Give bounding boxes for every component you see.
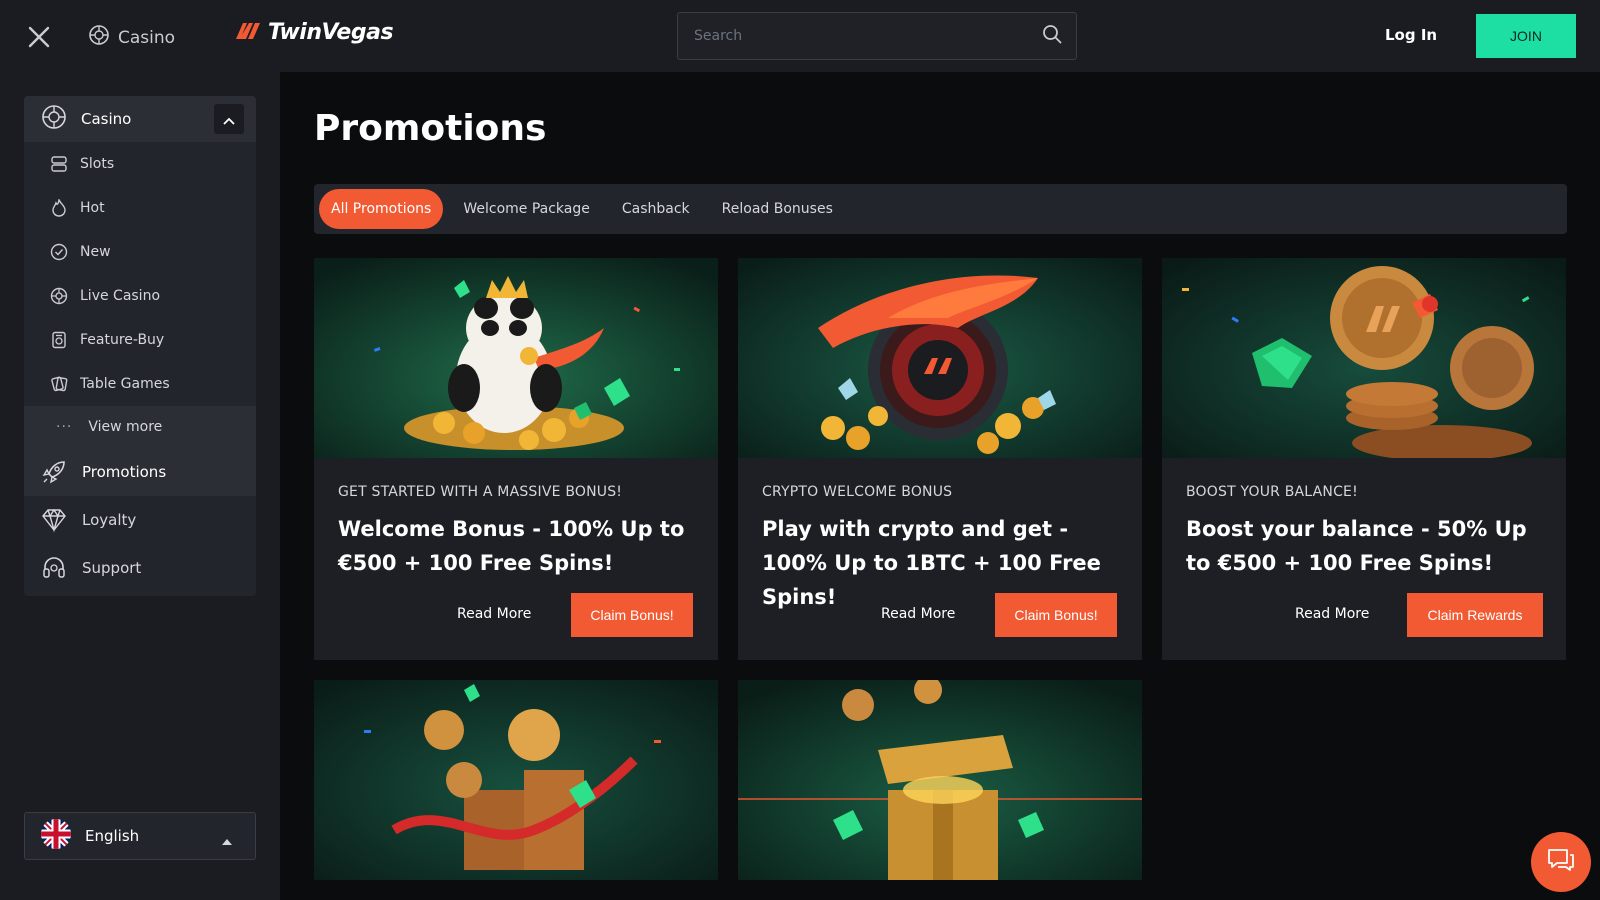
casino-nav-link[interactable]: Casino: [88, 24, 175, 51]
sidebar-item-promotions[interactable]: Promotions: [24, 448, 256, 496]
panda-promo-image[interactable]: [314, 258, 718, 458]
promo-headline: Boost your balance - 50% Up to €500 + 10…: [1186, 517, 1527, 575]
join-button[interactable]: JOIN: [1476, 14, 1576, 58]
coin-stacks-promo-image: [314, 680, 718, 880]
sidebar-item-label: Slots: [80, 156, 115, 172]
sidebar-item-label: New: [80, 244, 111, 260]
sidebar-item-slots[interactable]: Slots: [24, 142, 256, 186]
slots-icon: [50, 155, 68, 173]
close-icon[interactable]: [26, 24, 52, 50]
sidebar-item-new[interactable]: New: [24, 230, 256, 274]
promo-eyebrow: CRYPTO WELCOME BONUS: [762, 484, 953, 500]
view-more-button[interactable]: ··· View more: [24, 406, 256, 448]
sidebar-item-hot[interactable]: Hot: [24, 186, 256, 230]
live-casino-icon: [50, 287, 68, 305]
search-input[interactable]: [694, 28, 1042, 44]
promo-card-reload: BOOST YOUR BALANCE! Boost your balance -…: [1162, 258, 1566, 660]
rocket-icon: [40, 458, 68, 486]
sidebar-item-label: Loyalty: [82, 511, 137, 529]
roulette-promo-image[interactable]: [738, 258, 1142, 458]
claim-bonus-button[interactable]: Claim Bonus!: [995, 593, 1117, 637]
logo-text: TwinVegas: [268, 20, 394, 45]
new-badge-icon: [50, 243, 68, 261]
read-more-link[interactable]: Read More: [457, 606, 531, 622]
chevron-up-icon: [223, 110, 235, 129]
sidebar-section-label: Casino: [81, 110, 132, 128]
diamond-icon: [40, 506, 68, 534]
language-selector[interactable]: English: [24, 812, 256, 860]
table-games-icon: [50, 375, 68, 393]
promo-eyebrow: GET STARTED WITH A MASSIVE BONUS!: [338, 484, 623, 500]
sidebar-item-table-games[interactable]: Table Games: [24, 362, 256, 406]
flame-icon: [50, 199, 68, 217]
promo-card-coins[interactable]: [314, 680, 718, 880]
tab-all-promotions[interactable]: All Promotions: [319, 189, 444, 229]
collapse-button[interactable]: [214, 104, 244, 134]
sidebar-item-label: Support: [82, 559, 142, 577]
top-bar: Casino TwinVegas Log In JOIN: [0, 0, 1600, 72]
casino-nav-label: Casino: [118, 27, 176, 48]
search-bar[interactable]: [677, 12, 1077, 60]
promo-eyebrow: BOOST YOUR BALANCE!: [1186, 484, 1358, 500]
more-dots-icon: ···: [56, 419, 73, 435]
sidebar-item-label: Live Casino: [80, 288, 161, 304]
logo-mark-icon: [234, 21, 262, 45]
promotion-tabs: All Promotions Welcome Package Cashback …: [314, 184, 1567, 234]
caret-up-icon: [221, 831, 233, 850]
promo-headline: Welcome Bonus - 100% Up to €500 + 100 Fr…: [338, 517, 685, 575]
read-more-link[interactable]: Read More: [881, 606, 955, 622]
headset-icon: [40, 554, 68, 582]
coins-promo-image[interactable]: [1162, 258, 1566, 458]
sidebar-item-label: Feature-Buy: [80, 332, 165, 348]
main-content: Promotions All Promotions Welcome Packag…: [280, 72, 1600, 900]
sidebar-item-label: Hot: [80, 200, 105, 216]
uk-flag-icon: [41, 819, 71, 853]
live-chat-button[interactable]: [1531, 832, 1591, 892]
sidebar-item-label: Promotions: [82, 463, 167, 481]
tab-welcome-package[interactable]: Welcome Package: [451, 189, 602, 229]
language-label: English: [85, 827, 140, 845]
promo-card-gift[interactable]: [738, 680, 1142, 880]
chat-bubble-icon: [1546, 847, 1576, 877]
sidebar-item-loyalty[interactable]: Loyalty: [24, 496, 256, 544]
sidebar-item-label: Table Games: [80, 376, 170, 392]
sidebar-section-casino[interactable]: Casino: [24, 96, 256, 142]
claim-rewards-button[interactable]: Claim Rewards: [1407, 593, 1543, 637]
roulette-icon: [88, 24, 110, 51]
sidebar-item-support[interactable]: Support: [24, 544, 256, 592]
promo-card-welcome: GET STARTED WITH A MASSIVE BONUS! Welcom…: [314, 258, 718, 660]
search-icon[interactable]: [1042, 24, 1062, 48]
twinvegas-logo[interactable]: TwinVegas: [234, 20, 394, 45]
roulette-icon: [41, 104, 67, 134]
tab-cashback[interactable]: Cashback: [610, 189, 702, 229]
sidebar-item-live-casino[interactable]: Live Casino: [24, 274, 256, 318]
gift-box-promo-image: [738, 680, 1142, 880]
promo-card-crypto: CRYPTO WELCOME BONUS Play with crypto an…: [738, 258, 1142, 660]
feature-buy-icon: [50, 331, 68, 349]
claim-bonus-button[interactable]: Claim Bonus!: [571, 593, 693, 637]
login-button[interactable]: Log In: [1385, 26, 1437, 44]
sidebar: Casino Slots Hot New Live Casino Feature…: [0, 72, 280, 900]
read-more-link[interactable]: Read More: [1295, 606, 1369, 622]
page-title: Promotions: [314, 108, 547, 149]
view-more-label: View more: [88, 419, 163, 435]
sidebar-menu: Casino Slots Hot New Live Casino Feature…: [24, 96, 256, 596]
tab-reload-bonuses[interactable]: Reload Bonuses: [710, 189, 845, 229]
sidebar-item-feature-buy[interactable]: Feature-Buy: [24, 318, 256, 362]
